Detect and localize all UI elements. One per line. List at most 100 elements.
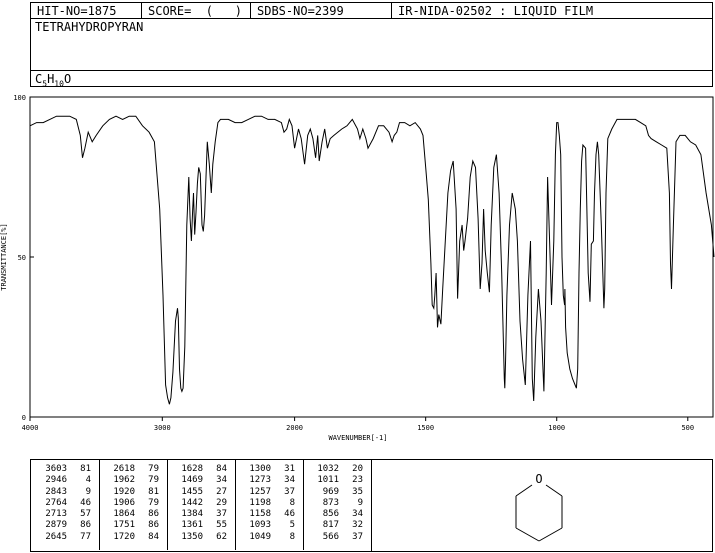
peak-row: 856 34 (309, 509, 363, 520)
peak-wavenumber: 1257 (249, 486, 271, 497)
peak-column-divider (303, 460, 304, 550)
peak-row: 2879 86 (37, 520, 91, 531)
x-tick-label: 3000 (154, 424, 171, 432)
peak-transmittance: 9 (357, 497, 363, 508)
peak-transmittance: 32 (352, 520, 363, 531)
peak-transmittance: 31 (284, 464, 295, 474)
peak-transmittance: 37 (284, 486, 295, 497)
peak-wavenumber: 873 (322, 497, 339, 508)
peak-row: 2946 4 (37, 475, 91, 486)
peak-row: 2764 46 (37, 498, 91, 509)
peak-wavenumber: 1469 (181, 475, 203, 486)
peak-column: 1300 31 1273 34 1257 37 1198 8 1158 46 1093 5 1049 8 (241, 464, 295, 543)
peak-column-divider (235, 460, 236, 550)
peak-transmittance: 27 (216, 486, 227, 497)
peak-wavenumber: 2843 (45, 486, 67, 497)
peak-row: 1198 8 (241, 498, 295, 509)
peak-transmittance: 35 (352, 486, 363, 497)
peak-row: 1032 20 (309, 464, 363, 475)
peak-transmittance: 9 (85, 486, 91, 497)
peak-transmittance: 77 (80, 531, 91, 542)
peak-row: 2843 9 (37, 487, 91, 498)
structure-box: O (371, 459, 713, 552)
peak-row: 1920 81 (105, 487, 159, 498)
peak-column: 2618 79 1962 79 1920 81 1906 79 1864 86 1751 86 1720… (105, 464, 159, 543)
peak-wavenumber: 817 (322, 520, 339, 531)
peak-wavenumber: 2946 (45, 475, 67, 486)
peak-row: 969 35 (309, 487, 363, 498)
peak-transmittance: 81 (148, 486, 159, 497)
peak-row: 1361 55 (173, 520, 227, 531)
x-tick-label: 500 (681, 424, 694, 432)
peak-transmittance: 81 (80, 464, 91, 474)
peak-transmittance: 20 (352, 464, 363, 474)
peak-wavenumber: 1350 (181, 531, 203, 542)
peak-transmittance: 84 (148, 531, 159, 542)
peak-wavenumber: 1384 (181, 509, 203, 520)
peak-column: 3603 81 2946 4 2843 9 2764 46 2713 57 2879 86 2645 77 (37, 464, 91, 543)
peak-row: 1093 5 (241, 520, 295, 531)
peak-transmittance: 5 (289, 520, 295, 531)
peak-column: 1032 20 1011 23 969 35 873 9 856 34 817 32 566 37 (309, 464, 363, 543)
peak-row: 873 9 (309, 498, 363, 509)
peak-wavenumber: 2764 (45, 497, 67, 508)
peak-wavenumber: 2645 (45, 531, 67, 542)
peak-wavenumber: 1049 (249, 531, 271, 542)
peak-wavenumber: 1628 (181, 464, 203, 474)
peak-row: 2645 77 (37, 532, 91, 543)
peak-wavenumber: 1158 (249, 509, 271, 520)
peak-wavenumber: 1011 (317, 475, 339, 486)
tetrahydropyran-structure: O (515, 472, 563, 542)
y-tick-label: 0 (22, 414, 26, 422)
peak-wavenumber: 1920 (113, 486, 135, 497)
peak-transmittance: 84 (216, 464, 227, 474)
peak-transmittance: 46 (80, 497, 91, 508)
peak-transmittance: 8 (289, 497, 295, 508)
peak-wavenumber: 1093 (249, 520, 271, 531)
peak-transmittance: 86 (80, 520, 91, 531)
peak-column-divider (167, 460, 168, 550)
peak-wavenumber: 1273 (249, 475, 271, 486)
peak-wavenumber: 1906 (113, 497, 135, 508)
peak-row: 1350 62 (173, 532, 227, 543)
peak-row: 566 37 (309, 532, 363, 543)
peak-row: 1273 34 (241, 475, 295, 486)
peak-transmittance: 57 (80, 509, 91, 520)
ir-spectrum-chart: 100500 4000 3000 2000 1500 1000 500 WAVENUMBE… (0, 94, 715, 442)
peak-wavenumber: 1864 (113, 509, 135, 520)
peak-wavenumber: 2618 (113, 464, 135, 474)
peak-table: 3603 81 2946 4 2843 9 2764 46 2713 57 2879 86 2645 77… (30, 459, 372, 552)
x-tick-label: 1000 (548, 424, 565, 432)
peak-row: 1049 8 (241, 532, 295, 543)
peak-column-divider (99, 460, 100, 550)
peak-wavenumber: 2879 (45, 520, 67, 531)
peak-transmittance: 34 (216, 475, 227, 486)
peak-row: 1906 79 (105, 498, 159, 509)
x-axis-label: WAVENUMBER[-1] (328, 434, 387, 442)
peak-wavenumber: 1720 (113, 531, 135, 542)
plot-frame (29, 96, 714, 418)
peak-row: 1257 37 (241, 487, 295, 498)
spectrum-line (29, 115, 715, 405)
peak-transmittance: 29 (216, 497, 227, 508)
peak-row: 1720 84 (105, 532, 159, 543)
peak-row: 1384 37 (173, 509, 227, 520)
peak-wavenumber: 856 (322, 509, 339, 520)
peak-wavenumber: 566 (322, 531, 339, 542)
peak-wavenumber: 1442 (181, 497, 203, 508)
peak-transmittance: 79 (148, 475, 159, 486)
peak-transmittance: 34 (284, 475, 295, 486)
peak-row: 3603 81 (37, 464, 91, 475)
peak-wavenumber: 1455 (181, 486, 203, 497)
oxygen-atom-label: O (535, 472, 542, 486)
peak-transmittance: 37 (352, 531, 363, 542)
peak-row: 1864 86 (105, 509, 159, 520)
peak-row: 1158 46 (241, 509, 295, 520)
peak-wavenumber: 1300 (249, 464, 271, 474)
y-axis-label: TRANSMITTANCE[%] (0, 223, 8, 290)
peak-wavenumber: 1198 (249, 497, 271, 508)
x-tick-label: 4000 (22, 424, 39, 432)
peak-row: 817 32 (309, 520, 363, 531)
y-tick-label: 50 (18, 254, 26, 262)
peak-row: 2713 57 (37, 509, 91, 520)
